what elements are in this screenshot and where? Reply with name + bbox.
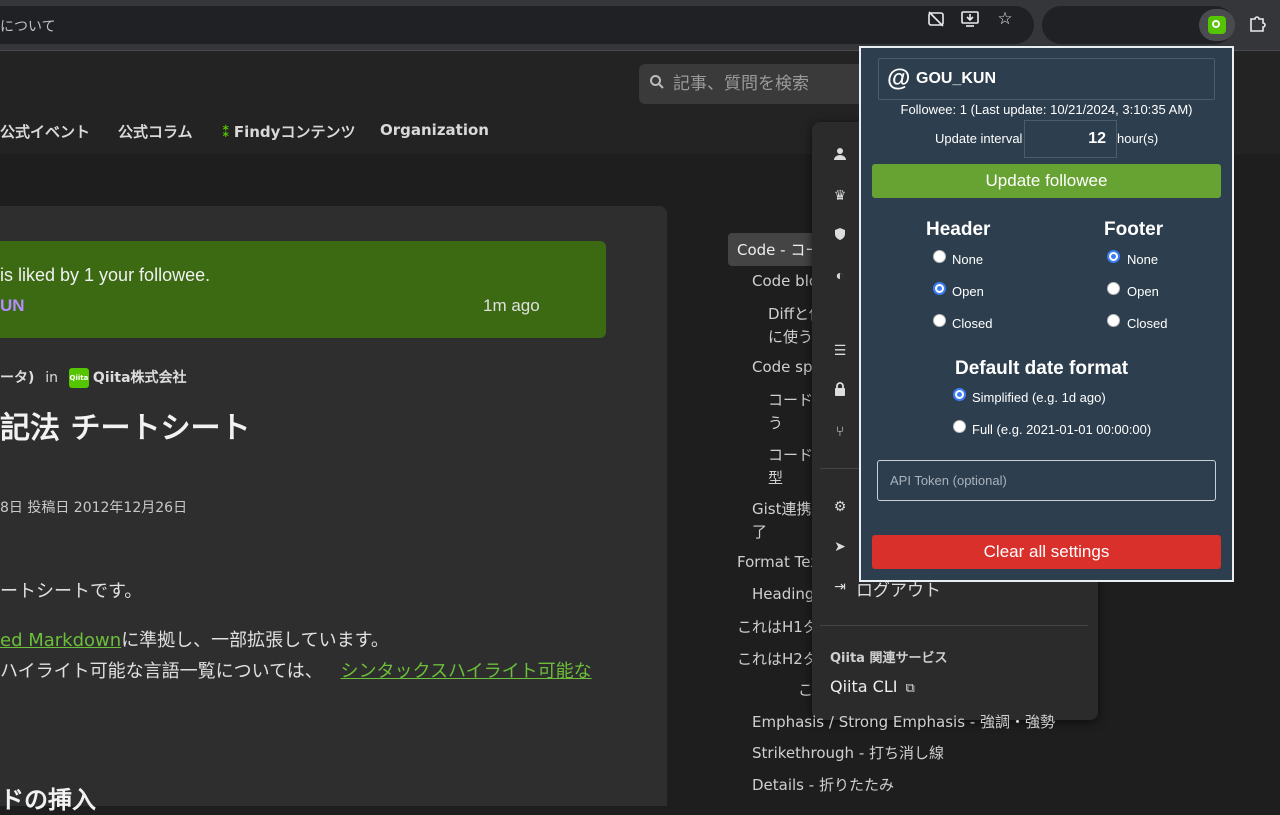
author-in: in [45,370,59,386]
article-title: 記法 チートシート [0,411,251,446]
toc-item[interactable]: Gist連携( [752,498,817,519]
header-title: Header [926,219,991,240]
search-input[interactable] [673,64,873,104]
search-icon [649,74,665,90]
syntax-highlight-link[interactable]: シンタックスハイライト可能な [340,661,591,682]
user-icon[interactable] [832,147,848,163]
date-full-radio[interactable] [953,420,966,433]
qiita-cli-link[interactable]: Qiita CLI ⧉ [830,677,915,696]
lock-icon[interactable] [832,382,848,398]
date-full-label: Full (e.g. 2021-01-01 00:00:00) [972,422,1152,437]
toc-item[interactable]: 了 [752,521,767,542]
list-edit-icon[interactable]: ☰ [832,342,848,358]
body-line-2-rest: に準拠し、一部拡張しています。 [121,630,389,651]
toc-item[interactable]: こ [798,679,813,700]
toc-item[interactable]: Code blo [752,272,818,290]
liked-text: is liked by 1 your followee. [0,265,211,285]
at-icon: @ [887,65,911,92]
header-closed-radio[interactable] [933,314,946,327]
section-heading: ドの挿入 [0,786,96,814]
nav-official-column[interactable]: 公式コラム [118,121,193,142]
address-bar[interactable]: について [0,6,1034,44]
author-line: ータ) in Qiita Qiita株式会社 [0,367,187,388]
toc-item[interactable]: Strikethrough - 打ち消し線 [752,742,944,763]
header-none-radio[interactable] [933,250,946,263]
header-open-label: Open [952,284,984,299]
footer-closed-label: Closed [1127,316,1168,331]
toc-item[interactable]: コード [768,444,813,465]
footer-none-label: None [1127,252,1159,267]
liked-time: 1m ago [483,296,540,315]
install-app-icon[interactable] [960,9,980,29]
footer-title: Footer [1104,219,1164,240]
date-simplified-label: Simplified (e.g. 1d ago) [972,390,1106,405]
qiita-logo-icon: Qiita [68,368,89,388]
date-format-title: Default date format [955,358,1129,379]
markdown-link[interactable]: ed Markdown [0,630,121,651]
extension-puzzle-icon[interactable] [1246,13,1268,35]
menu-section-title: Qiita 関連サービス [830,651,948,666]
url-text: について [0,18,56,34]
toc-item[interactable]: 型 [768,467,783,488]
body-line-3: ハイライト可能な言語一覧については、 シンタックスハイライト可能な [0,657,592,683]
toc-item[interactable]: に使う [768,326,813,347]
contrast-icon[interactable]: ◐ [832,267,848,283]
footer-none-radio[interactable] [1107,250,1120,263]
username-field: @ GOU_KUN [878,58,1215,100]
findy-icon: ⁑ [222,123,230,141]
toc-item[interactable]: コード [768,389,813,410]
qiita-cli-label: Qiita CLI [830,677,898,696]
api-token-input[interactable] [877,460,1216,501]
update-followee-button[interactable]: Update followee [872,164,1221,198]
author-name[interactable]: ータ) [0,370,34,386]
menu-separator [820,625,1088,626]
liked-notification [0,241,606,338]
toc-item[interactable]: う [768,412,783,433]
username-text: GOU_KUN [916,70,997,87]
search-box[interactable] [639,64,879,104]
nav-findy-contents[interactable]: ⁑ Findyコンテンツ [222,121,355,142]
liked-user-link[interactable]: UN [0,296,25,316]
interval-label: Update interval [935,131,1023,146]
external-link-icon: ⧉ [905,681,915,696]
org-name[interactable]: Qiita株式会社 [93,370,187,386]
toc-item[interactable]: これはH2タ [737,648,818,669]
nav-organization[interactable]: Organization [380,121,489,139]
body-line-2: ed Markdownに準拠し、一部拡張しています。 [0,626,389,652]
clear-settings-button[interactable]: Clear all settings [872,535,1221,569]
footer-closed-radio[interactable] [1107,314,1120,327]
menu-separator [820,468,860,469]
body-line-3-text: ハイライト可能な言語一覧については、 [0,661,323,682]
toc-item[interactable]: これはH1タ [737,616,818,637]
eye-off-icon[interactable] [926,9,946,29]
nav-official-events[interactable]: 公式イベント [0,121,90,142]
star-icon[interactable]: ☆ [995,9,1015,29]
header-none-label: None [952,252,984,267]
body-line-1: ートシートです。 [0,581,143,602]
logout-icon[interactable]: ⇥ [832,578,848,594]
header-open-radio[interactable] [933,282,946,295]
article-dates: 8日 投稿日 2012年12月26日 [0,500,188,516]
nav-findy-label: Findyコンテンツ [233,123,356,141]
footer-open-label: Open [1127,284,1159,299]
gear-icon[interactable]: ⚙ [832,498,848,514]
followee-info: Followee: 1 (Last update: 10/21/2024, 3:… [900,102,1193,117]
date-simplified-radio[interactable] [953,388,966,401]
interval-unit: hour(s) [1117,131,1159,146]
extension-logo-icon [1208,16,1226,34]
shield-icon[interactable] [832,227,848,243]
footer-open-radio[interactable] [1107,282,1120,295]
interval-input[interactable] [1024,120,1117,158]
toc-item[interactable]: Emphasis / Strong Emphasis - 強調・強勢 [752,711,1055,732]
header-closed-label: Closed [952,316,993,331]
toc-item[interactable]: Details - 折りたたみ [752,774,894,795]
branch-icon[interactable]: ⑂ [832,423,848,439]
send-icon[interactable]: ➤ [832,538,848,554]
badge-icon[interactable]: ♛ [832,187,848,203]
qiita-extension-button[interactable] [1199,9,1235,41]
